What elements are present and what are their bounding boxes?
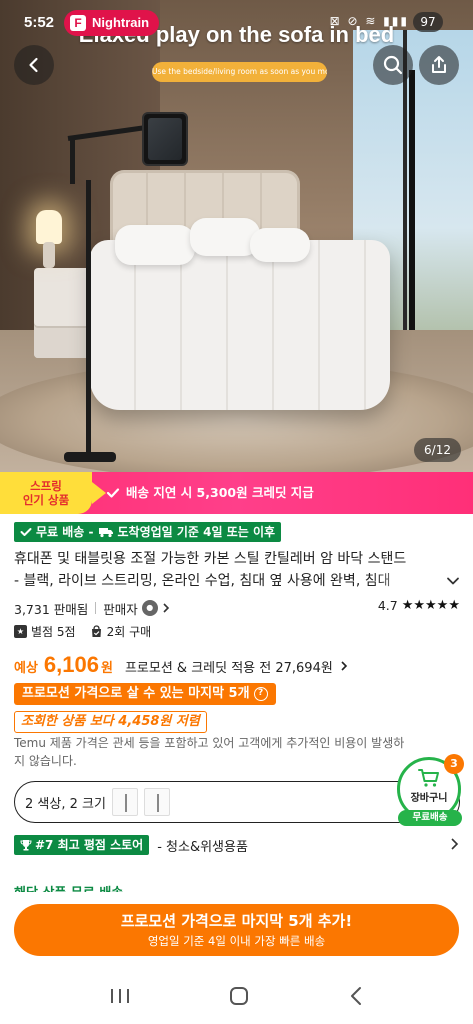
image-tablet [142,112,188,166]
image-pillow [115,225,195,265]
price-amount: 6,106 [43,652,99,677]
product-title-line2: - 블랙, 라이브 스트리밍, 온라인 수업, 침대 옆 사용에 완벽, 침대 [14,573,391,589]
review-badge: ★ 별점 5점 [14,623,76,640]
original-price: 프로모션 & 크레딧 적용 전 27,694원 [124,661,333,676]
cart-free-shipping: 무료배송 [398,810,462,826]
add-to-cart-button[interactable]: 프로모션 가격으로 마지막 5개 추가! 영업일 기준 4일 이내 가장 빠른 … [14,904,459,956]
nightrain-pill[interactable]: F Nightrain [64,10,160,36]
back-arrow-icon [29,57,38,73]
last-units-badge[interactable]: 프로모션 가격으로 살 수 있는 마지막 5개 ? [14,683,276,705]
system-nav-bar [0,968,473,1024]
star-box-icon: ★ [14,624,27,638]
review-text: 별점 5점 [31,624,76,639]
top-store-badge: #7 최고 평점 스토어 [14,835,150,855]
nightrain-label: Nightrain [92,15,150,30]
variant-label: 2 색상, 2 크기 [25,796,106,812]
sales-row: 3,731 판매됨 판매자 ● 4.7 ★★★★★ [14,598,460,618]
back-button[interactable] [14,45,54,85]
bag-check-icon [91,624,101,637]
sold-count: 3,731 판매됨 [14,601,89,617]
variant-selector[interactable]: 2 색상, 2 크기 [14,781,460,823]
store-ranking-row[interactable]: #7 최고 평점 스토어 - 청소&위생용품 [14,834,460,856]
chevron-right-icon [451,838,459,850]
repurchase-badge: 2회 구매 [90,623,152,640]
trophy-icon [20,840,32,851]
seller-avatar[interactable]: ● [141,600,158,616]
status-icons: ⊠ ⊘ ≋ ▮▮▮ [329,14,409,28]
cta-sub-label: 영업일 기준 4일 이내 가장 빠른 배송 [147,934,326,948]
star-rating-icon: ★★★★★ [401,598,460,613]
price-disclaimer: Temu 제품 가격은 관세 등을 포함하고 있어 고객에게 추가적인 비용이 … [14,736,405,768]
recent-apps-icon[interactable] [109,986,131,1006]
free-shipping-badge[interactable]: 무료 배송 - 도착영업일 기준 4일 또는 이후 [14,522,282,542]
spring-badge-line2: 인기 상품 [22,493,70,507]
last-units-text: 프로모션 가격으로 살 수 있는 마지막 5개 [22,686,250,701]
cta-main-label: 프로모션 가격으로 마지막 5개 추가! [120,912,353,930]
variant-thumbnail[interactable] [111,788,138,816]
variant-thumbnail[interactable] [143,788,170,816]
price-row[interactable]: 예상 6,106 원 프로모션 & 크레딧 적용 전 27,694원 [14,652,349,680]
chevron-right-icon [341,661,347,671]
product-title[interactable]: 휴대폰 및 태블릿용 조절 가능한 카본 스틸 칸틸레버 암 바닥 스탠드 - … [14,548,434,592]
image-bed [90,240,390,410]
truck-icon [98,528,113,538]
image-sub-caption: Use the bedside/living room as soon as y… [152,62,327,82]
price-prefix: 예상 [14,661,38,676]
search-button[interactable] [373,45,413,85]
search-icon [383,55,403,75]
home-icon[interactable] [228,985,250,1007]
product-title-line1: 휴대폰 및 태블릿용 조절 가능한 카본 스틸 칸틸레버 암 바닥 스탠드 [14,551,407,567]
spring-badge: 스프링 인기 상품 [0,472,106,514]
image-lamp [36,210,62,244]
nightrain-logo-icon: F [70,15,86,31]
rating-value: 4.7 [377,598,398,613]
image-stand-base [64,452,116,462]
cart-icon [418,769,439,787]
free-shipping-label: 무료 배송 - [36,525,94,539]
cart-label: 장바구니 [410,793,448,804]
image-counter: 6/12 [414,438,461,462]
repurchase-text: 2회 구매 [106,624,152,639]
spring-badge-line1: 스프링 [30,479,62,493]
cart-button[interactable]: 장바구니 무료배송 3 [397,754,464,826]
price-currency: 원 [100,661,113,676]
check-icon [20,528,32,536]
share-icon [432,56,446,73]
rating[interactable]: 4.7 ★★★★★ [378,598,460,613]
chevron-right-icon[interactable] [160,602,172,614]
top-store-text: #7 최고 평점 스토어 [35,838,144,852]
status-time: 5:52 [24,14,55,31]
check-icon [106,488,120,498]
image-stand-pole [86,180,91,462]
back-nav-icon[interactable] [347,985,365,1007]
store-category: - 청소&위생용품 [157,839,248,855]
image-pillow [250,228,310,262]
meta-row: ★ 별점 5점 2회 구매 [14,622,151,640]
cheaper-badge: 조회한 상품 보다 4,458원 저렴 [14,711,207,733]
help-icon[interactable]: ? [253,687,268,701]
chevron-down-icon[interactable] [444,572,462,590]
promo-strip-text: 배송 지연 시 5,300원 크레딧 지급 [126,485,314,500]
divider [95,602,97,614]
share-button[interactable] [419,45,459,85]
cart-count-badge: 3 [444,754,464,774]
image-curtain-rod [409,70,415,330]
status-bar: 5:52 F Nightrain ⊠ ⊘ ≋ ▮▮▮ 97 [0,0,473,44]
battery-badge: 97 [413,12,443,32]
seller-label[interactable]: 판매자 [103,599,138,618]
delivery-estimate: 도착영업일 기준 4일 또는 이후 [117,525,276,539]
image-pillow [190,218,260,256]
